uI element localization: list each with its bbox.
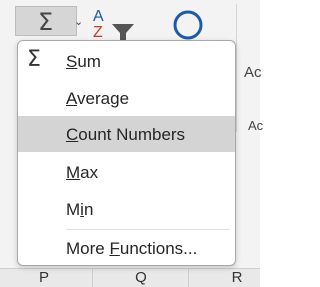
menu-item-sum[interactable]: Σ Sum (18, 43, 235, 79)
svg-text:A: A (93, 8, 104, 25)
menu-item-average[interactable]: Average (18, 80, 235, 116)
menu-item-label: Count Numbers (66, 125, 186, 144)
column-headers: P Q R (0, 268, 260, 287)
menu-item-more-functions[interactable]: More Functions... (18, 230, 235, 265)
sigma-icon: Σ (27, 47, 41, 72)
svg-text:Z: Z (93, 24, 103, 40)
menu-item-label: Average (66, 89, 130, 108)
sort-filter-icon[interactable]: A Z (92, 6, 136, 40)
ribbon-separator (236, 4, 237, 132)
autosum-dropdown-button[interactable]: Σ ⌄ (15, 6, 83, 36)
menu-item-count-numbers[interactable]: Count Numbers (18, 116, 235, 152)
column-header-q[interactable]: Q (92, 269, 189, 287)
menu-item-label: Max (66, 163, 99, 182)
menu-item-label: Sum (66, 52, 101, 71)
column-header-r[interactable]: R (188, 269, 285, 287)
autosum-menu: Σ Sum Average Count Numbers Max Min More… (17, 40, 236, 266)
chevron-down-icon: ⌄ (74, 15, 84, 28)
ribbon-side-label[interactable]: Ac (244, 64, 262, 81)
column-header-p[interactable]: P (0, 269, 92, 287)
find-select-icon[interactable] (170, 8, 206, 42)
menu-item-max[interactable]: Max (18, 154, 235, 190)
menu-item-label: Min (66, 200, 94, 219)
menu-item-min[interactable]: Min (18, 191, 235, 227)
menu-item-label: More Functions... (66, 239, 198, 258)
sigma-icon: Σ (38, 8, 54, 36)
ribbon-group-label: Ac (248, 118, 264, 133)
